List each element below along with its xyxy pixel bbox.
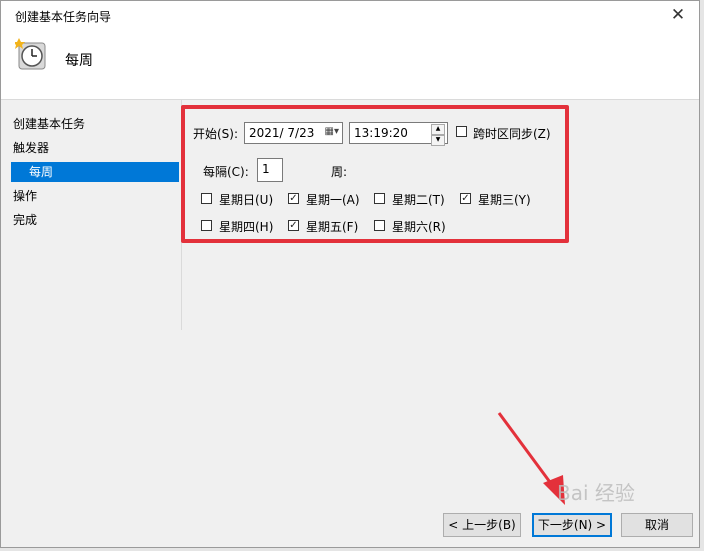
lower-panel [11,331,699,501]
cancel-button[interactable]: 取消 [621,513,693,537]
title-bar: 创建基本任务向导 ✕ [1,1,699,31]
back-button[interactable]: < 上一步(B) [443,513,521,537]
clock-icon [15,38,46,70]
nav-item-action[interactable]: 操作 [13,186,37,206]
nav-item-trigger[interactable]: 触发器 [13,138,49,158]
window-title: 创建基本任务向导 [15,10,112,24]
next-button[interactable]: 下一步(N) > [532,513,612,537]
nav-item-create-basic-task[interactable]: 创建基本任务 [13,114,85,134]
nav-item-weekly[interactable]: 每周 [11,162,179,182]
wizard-steps-nav: 创建基本任务 触发器 每周 操作 完成 [1,100,182,330]
close-icon[interactable]: ✕ [665,3,691,27]
watermark: Bai 经验 [557,481,635,505]
annotation-highlight-box [181,105,569,243]
nav-item-finish[interactable]: 完成 [13,210,37,230]
wizard-header: 每周 [1,31,699,100]
wizard-window: 创建基本任务向导 ✕ 每周 创建基本任务 触发器 每周 操作 完成 开始(S):… [0,0,700,548]
page-heading: 每周 [65,53,93,69]
